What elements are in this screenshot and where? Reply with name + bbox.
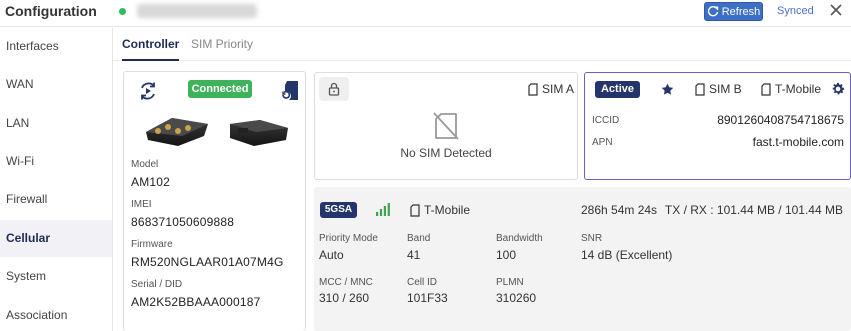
active-badge: Active bbox=[595, 81, 640, 98]
model-value: AM102 bbox=[131, 175, 171, 189]
iccid-value: 8901260408754718675 bbox=[717, 113, 844, 127]
connection-status-badge: Connected bbox=[188, 80, 252, 98]
bandwidth-label: Bandwidth bbox=[496, 233, 543, 244]
sidebar-item-cellular[interactable]: Cellular bbox=[0, 220, 112, 257]
sim-a-header: SIM A bbox=[528, 82, 574, 96]
sim-card-icon bbox=[761, 82, 771, 96]
lock-icon bbox=[328, 82, 340, 96]
sidebar-item-association[interactable]: Association bbox=[0, 297, 112, 331]
sim-b-carrier-label: T-Mobile bbox=[775, 82, 822, 96]
signal-strength-icon bbox=[376, 203, 390, 216]
reboot-icon[interactable] bbox=[138, 81, 158, 101]
device-name-redacted bbox=[137, 4, 257, 18]
band-value: 41 bbox=[407, 248, 421, 262]
cell-id-label: Cell ID bbox=[407, 277, 438, 288]
model-label: Model bbox=[131, 159, 159, 170]
connection-stats-panel: 5GSA T-Mobile 286h 54m 24s TX / RX : 101… bbox=[314, 187, 851, 331]
sim-card-icon bbox=[410, 203, 420, 217]
snr-label: SNR bbox=[581, 233, 603, 244]
technology-badge: 5GSA bbox=[320, 202, 357, 218]
device-card: Connected Model AM102 IMEI 8683710506098… bbox=[123, 71, 306, 331]
sidebar-nav: Interfaces WAN LAN Wi-Fi Firewall Cellul… bbox=[0, 28, 113, 331]
firmware-label: Firmware bbox=[131, 239, 173, 250]
priority-mode-value: Auto bbox=[319, 248, 344, 262]
apn-label: APN bbox=[592, 137, 613, 148]
modem-device-image bbox=[146, 118, 288, 146]
mcc-mnc-value: 310 / 260 bbox=[319, 291, 370, 305]
sim-b-carrier: T-Mobile bbox=[761, 82, 821, 96]
cell-id-value: 101F33 bbox=[407, 291, 448, 305]
sidebar-item-lan[interactable]: LAN bbox=[0, 105, 112, 142]
plmn-value: 310260 bbox=[496, 291, 537, 305]
sim-b-header: SIM B bbox=[695, 82, 742, 96]
sim-card-icon bbox=[695, 82, 705, 96]
traffic-value: TX / RX : 101.44 MB / 101.44 MB bbox=[664, 203, 843, 217]
connection-carrier: T-Mobile bbox=[410, 203, 470, 217]
refresh-icon bbox=[707, 5, 718, 16]
refresh-button[interactable]: Refresh bbox=[704, 2, 763, 21]
mcc-mnc-label: MCC / MNC bbox=[319, 277, 373, 288]
bandwidth-value: 100 bbox=[496, 248, 517, 262]
status-dot bbox=[119, 8, 126, 15]
sidebar-item-interfaces[interactable]: Interfaces bbox=[0, 28, 112, 65]
header-bar: Configuration Refresh Synced bbox=[0, 0, 851, 27]
snr-value: 14 dB (Excellent) bbox=[581, 248, 673, 262]
sidebar-item-wifi[interactable]: Wi-Fi bbox=[0, 143, 112, 180]
connection-carrier-label: T-Mobile bbox=[424, 203, 471, 217]
sim-b-card: Active SIM B T-Mobile ICCID 890126040875… bbox=[584, 72, 851, 180]
sim-refresh-icon[interactable] bbox=[280, 80, 300, 102]
uptime-value: 286h 54m 24s bbox=[581, 203, 658, 217]
imei-label: IMEI bbox=[131, 199, 152, 210]
close-icon[interactable] bbox=[828, 2, 844, 18]
star-icon[interactable] bbox=[661, 83, 674, 96]
synced-status: Synced bbox=[777, 5, 814, 17]
sidebar-item-wan[interactable]: WAN bbox=[0, 66, 112, 103]
page-title: Configuration bbox=[5, 3, 97, 19]
serial-value: AM2K52BBAAA000187 bbox=[131, 295, 261, 309]
band-label: Band bbox=[407, 233, 431, 244]
apn-value: fast.t-mobile.com bbox=[752, 135, 844, 149]
firmware-value: RM520NGLAAR01A07M4G bbox=[131, 255, 284, 269]
iccid-label: ICCID bbox=[592, 115, 620, 126]
imei-value: 868371050609888 bbox=[131, 215, 235, 229]
sim-card-icon bbox=[528, 82, 538, 96]
no-sim-text: No SIM Detected bbox=[400, 146, 492, 160]
no-sim-icon bbox=[433, 112, 459, 140]
sidebar-item-system[interactable]: System bbox=[0, 258, 112, 295]
sim-a-label: SIM A bbox=[542, 82, 575, 96]
sim-a-card: SIM A No SIM Detected bbox=[314, 72, 578, 180]
lock-button[interactable] bbox=[319, 77, 349, 101]
refresh-label: Refresh bbox=[721, 5, 761, 18]
tab-sim-priority[interactable]: SIM Priority bbox=[191, 30, 253, 61]
tab-controller[interactable]: Controller bbox=[122, 30, 180, 61]
gear-icon[interactable] bbox=[830, 81, 846, 97]
plmn-label: PLMN bbox=[496, 277, 524, 288]
sidebar-item-firewall[interactable]: Firewall bbox=[0, 181, 112, 218]
priority-mode-label: Priority Mode bbox=[319, 233, 378, 244]
sim-b-label: SIM B bbox=[709, 82, 742, 96]
serial-label: Serial / DID bbox=[131, 279, 183, 290]
